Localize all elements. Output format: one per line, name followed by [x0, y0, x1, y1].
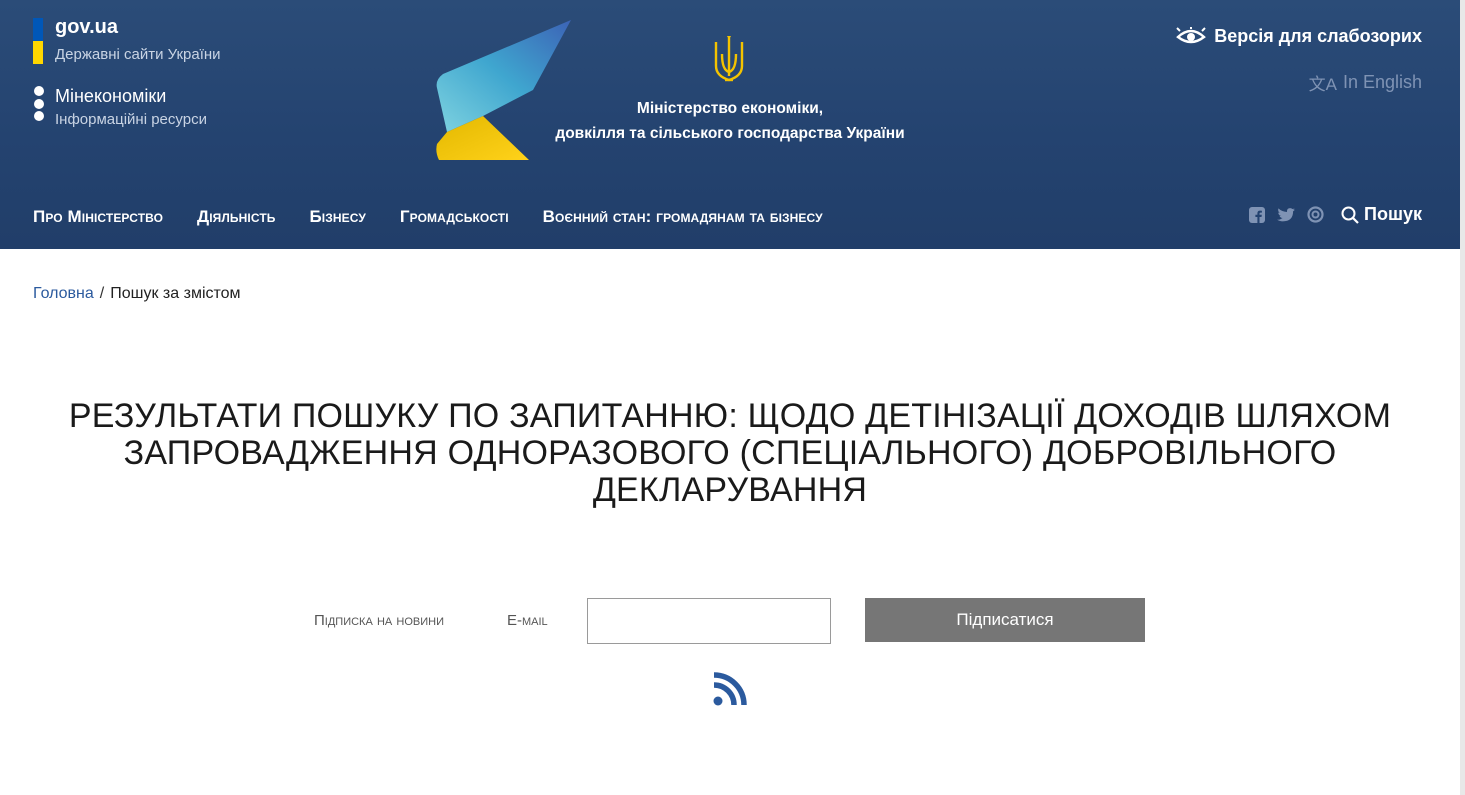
nav-item-activity[interactable]: Діяльність — [197, 207, 275, 227]
breadcrumb-separator: / — [99, 285, 105, 302]
low-vision-label: Версія для слабозорих — [1214, 26, 1422, 46]
site-header: gov.ua Державні сайти України Мінекономі… — [0, 0, 1460, 249]
facebook-icon[interactable] — [1248, 206, 1266, 224]
trident-icon — [714, 36, 744, 82]
gov-ua-title: gov.ua — [55, 16, 118, 38]
nav-right: Пошук — [1248, 204, 1422, 225]
translate-icon: 文A — [1308, 75, 1337, 94]
rss-icon[interactable] — [713, 672, 747, 706]
breadcrumb-home[interactable]: Головна — [33, 285, 94, 302]
page-edge — [1460, 0, 1465, 795]
ukraine-flag-icon — [33, 18, 43, 64]
nav-item-business[interactable]: Бізнесу — [309, 207, 365, 227]
low-vision-button[interactable]: Версія для слабозорих — [1176, 26, 1422, 47]
ministry-short-link[interactable]: Мінекономіки — [55, 86, 166, 107]
language-label: In English — [1342, 72, 1422, 92]
twitter-icon[interactable] — [1277, 206, 1296, 224]
search-icon — [1341, 206, 1359, 224]
search-label: Пошук — [1364, 204, 1422, 224]
nav-item-public[interactable]: Громадськості — [400, 207, 509, 227]
page-title: Результати пошуку по запитанню: щодо дет… — [68, 397, 1392, 509]
nav-item-about[interactable]: Про Міністерство — [33, 207, 163, 227]
subscribe-form: Підписка на новини E-mail Підписатися — [0, 598, 1460, 644]
instagram-icon[interactable] — [1306, 206, 1324, 224]
email-label: E-mail — [507, 612, 548, 629]
subscribe-label: Підписка на новини — [314, 612, 444, 629]
eye-icon — [1176, 26, 1207, 43]
breadcrumb: Головна / Пошук за змістом — [33, 285, 241, 303]
search-button[interactable]: Пошук — [1341, 204, 1422, 225]
dots-menu-icon[interactable] — [34, 86, 44, 124]
ministry-resources-link[interactable]: Інформаційні ресурси — [55, 111, 207, 128]
breadcrumb-current: Пошук за змістом — [110, 285, 241, 302]
language-switch[interactable]: 文A In English — [1309, 70, 1422, 95]
subscribe-button[interactable]: Підписатися — [865, 598, 1145, 642]
email-field[interactable] — [587, 598, 831, 644]
nav-item-martial-law[interactable]: Воєнний стан: громадянам та бізнесу — [543, 207, 823, 227]
main-nav: Про Міністерство Діяльність Бізнесу Гром… — [33, 207, 857, 227]
gov-ua-subtitle: Державні сайти України — [55, 46, 221, 63]
ministry-name: Міністерство економіки, довкілля та сіль… — [555, 100, 905, 142]
